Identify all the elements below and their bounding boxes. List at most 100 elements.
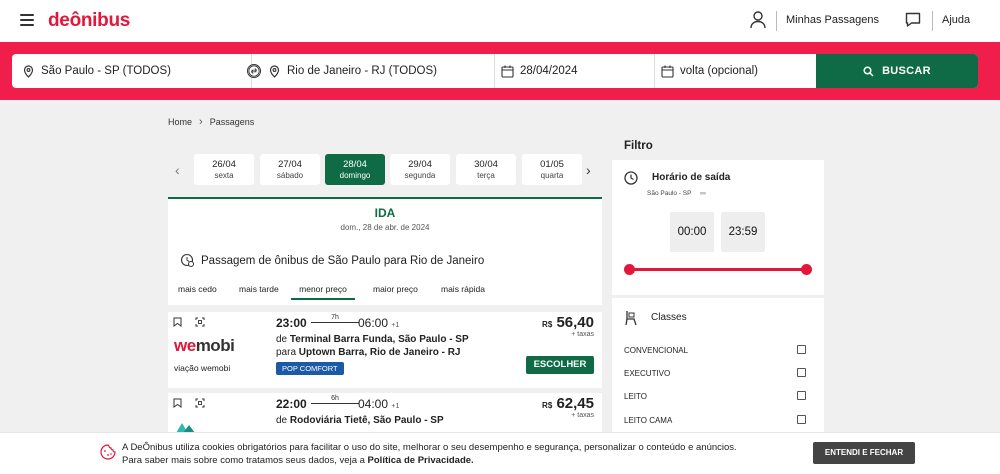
chevrons-icon: ››››› — [699, 190, 706, 197]
bookmark-icon[interactable] — [173, 398, 182, 408]
date-tab-day: 28/04 — [343, 159, 367, 170]
class-checkbox[interactable] — [797, 391, 806, 400]
chat-icon[interactable] — [905, 12, 921, 28]
trip-duration: 7h — [311, 314, 359, 323]
my-trips-link[interactable]: Minhas Passagens — [786, 14, 879, 26]
search-icon — [863, 65, 874, 77]
class-filter: Classes CONVENCIONAL EXECUTIVO LEITO LEI… — [612, 298, 824, 438]
results-title: Passagem de ônibus de São Paulo para Rio… — [180, 253, 484, 268]
departure-time: 22:00 — [276, 397, 307, 411]
origin-field[interactable]: São Paulo - SP (TODOS) — [12, 54, 252, 88]
cookie-line1: A DeÔnibus utiliza cookies obrigatórios … — [122, 442, 737, 453]
trip-price: R$ 56,40 — [542, 314, 594, 331]
time-from: 00:00 — [670, 212, 714, 252]
swap-cities-icon[interactable] — [247, 64, 261, 78]
class-checkbox[interactable] — [797, 368, 806, 377]
breadcrumb-current: Passagens — [209, 117, 255, 127]
departure-time: 23:00 — [276, 316, 307, 330]
chevron-left-icon[interactable]: ‹ — [175, 162, 180, 178]
sort-latest[interactable]: mais tarde — [239, 284, 279, 294]
chevron-right-icon[interactable]: › — [586, 162, 591, 178]
operator-name: viação wemobi — [174, 363, 231, 373]
sort-highest-price[interactable]: maior preço — [373, 284, 418, 294]
calendar-icon — [501, 65, 514, 78]
search-bar: São Paulo - SP (TODOS) Rio de Janeiro - … — [12, 54, 978, 88]
class-checkbox[interactable] — [797, 415, 806, 424]
trip-duration: 6h — [311, 395, 359, 404]
cookie-banner: A DeÔnibus utiliza cookies obrigatórios … — [0, 432, 1000, 474]
date-tab-selected[interactable]: 28/04 domingo — [325, 154, 385, 185]
trip-price: R$ 62,45 — [542, 395, 594, 412]
date-tab-weekday: domingo — [339, 171, 371, 180]
date-tab[interactable]: 29/04 segunda — [390, 154, 450, 185]
scan-icon[interactable] — [195, 317, 205, 327]
cookie-icon — [100, 444, 116, 460]
date-tab[interactable]: 01/05 quarta — [522, 154, 582, 185]
class-option: EXECUTIVO — [624, 368, 806, 378]
top-navbar: deônibus Minhas Passagens Ajuda — [0, 0, 1000, 42]
results-title-text: Passagem de ônibus de São Paulo para Rio… — [201, 254, 485, 267]
tax-note: + taxas — [571, 412, 594, 419]
origin-terminal: de Rodoviária Tietê, São Paulo - SP — [276, 415, 444, 426]
privacy-policy-link[interactable]: Política de Privacidade. — [368, 455, 474, 466]
breadcrumb: Home › Passagens — [168, 116, 254, 128]
trip-card: 22:00 6h 04:00 +1 de Rodoviária Tietê, S… — [168, 393, 602, 433]
user-icon[interactable] — [750, 11, 766, 29]
class-checkbox[interactable] — [797, 345, 806, 354]
class-badge: POP COMFORT — [276, 362, 344, 375]
destination-terminal: para Uptown Barra, Rio de Janeiro - RJ — [276, 347, 461, 358]
time-range-track — [629, 268, 807, 271]
date-tab-weekday: segunda — [404, 171, 436, 180]
help-link[interactable]: Ajuda — [942, 14, 970, 26]
date-tab-weekday: sexta — [214, 171, 234, 180]
location-pin-icon — [23, 64, 34, 78]
tax-note: + taxas — [571, 331, 594, 338]
date-selector: ‹ 26/04 sexta 27/04 sábado 28/04 domingo 29… — [168, 150, 602, 190]
logo[interactable]: deônibus — [48, 10, 130, 32]
bookmark-icon[interactable] — [173, 317, 182, 327]
cookie-line2: Para saber mais sobre como tratamos seus… — [122, 455, 474, 466]
time-to: 23:59 — [721, 212, 765, 252]
scan-icon[interactable] — [195, 398, 205, 408]
date-tab-day: 01/05 — [540, 159, 564, 170]
date-tab[interactable]: 26/04 sexta — [194, 154, 254, 185]
date-tab-weekday: terça — [477, 171, 495, 180]
sort-lowest-price[interactable]: menor preço — [291, 284, 355, 300]
departure-time-filter: Horário de saída São Paulo - SP ››››› 00:… — [612, 160, 824, 295]
choose-trip-button[interactable]: ESCOLHER — [526, 356, 594, 374]
operator-logo — [176, 423, 195, 433]
search-button-label: BUSCAR — [882, 65, 931, 77]
departure-city: São Paulo - SP ››››› — [647, 190, 706, 197]
operator-logo: wemobi — [174, 336, 235, 355]
return-date-value: volta (opcional) — [680, 65, 758, 77]
nav-divider — [932, 11, 933, 31]
breadcrumb-home[interactable]: Home — [168, 117, 192, 127]
location-pin-icon — [269, 64, 280, 78]
destination-value: Rio de Janeiro - RJ (TODOS) — [287, 65, 437, 77]
date-tab[interactable]: 27/04 sábado — [260, 154, 320, 185]
sort-earliest[interactable]: mais cedo — [178, 284, 217, 294]
date-tab[interactable]: 30/04 terça — [456, 154, 516, 185]
date-tab-day: 30/04 — [474, 159, 498, 170]
origin-terminal: de Terminal Barra Funda, São Paulo - SP — [276, 334, 469, 345]
date-tab-day: 26/04 — [212, 159, 236, 170]
time-range-start-handle[interactable] — [624, 264, 635, 275]
date-tab-day: 29/04 — [408, 159, 432, 170]
time-range-end-handle[interactable] — [801, 264, 812, 275]
menu-icon[interactable] — [20, 14, 34, 26]
sort-options: mais cedo mais tarde menor preço maior p… — [168, 281, 602, 301]
date-field[interactable]: 28/04/2024 — [495, 54, 655, 88]
return-date-field[interactable]: volta (opcional) — [655, 54, 816, 88]
calendar-icon — [661, 65, 674, 78]
filter-heading: Filtro — [624, 140, 653, 152]
cookie-text: A DeÔnibus utiliza cookies obrigatórios … — [122, 441, 737, 467]
arrival-time: 04:00 +1 — [358, 397, 400, 411]
trip-date: dom., 28 de abr. de 2024 — [340, 223, 430, 232]
sort-fastest[interactable]: mais rápida — [441, 284, 485, 294]
destination-field[interactable]: Rio de Janeiro - RJ (TODOS) — [252, 54, 495, 88]
clock-icon — [624, 171, 638, 185]
search-button[interactable]: BUSCAR — [816, 54, 978, 88]
departure-filter-title: Horário de saída — [652, 172, 731, 183]
results-header: IDA dom., 28 de abr. de 2024 Passagem de… — [168, 197, 602, 305]
accept-cookies-button[interactable]: ENTENDI E FECHAR — [813, 442, 915, 464]
